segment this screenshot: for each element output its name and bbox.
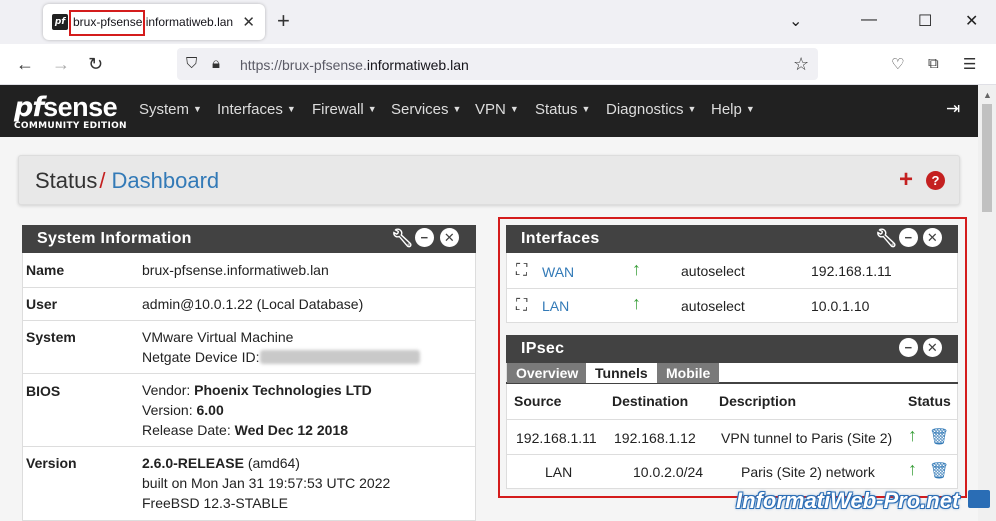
row-value: brux-pfsense.informatiweb.lan bbox=[142, 262, 329, 278]
breadcrumb-section: Status bbox=[35, 168, 98, 193]
network-icon: ⛶ bbox=[516, 297, 528, 314]
interface-ip: 10.0.1.10 bbox=[811, 298, 870, 314]
menu-icon[interactable]: ☰ bbox=[963, 55, 976, 73]
extensions-icon[interactable]: ⧉ bbox=[928, 55, 939, 72]
window-close-icon[interactable]: ✕ bbox=[965, 11, 978, 31]
minimize-icon[interactable]: — bbox=[861, 11, 877, 29]
menu-diagnostics[interactable]: Diagnostics ▼ bbox=[606, 101, 696, 118]
interfaces-title: Interfaces bbox=[521, 230, 600, 247]
menu-system[interactable]: System ▼ bbox=[139, 101, 202, 118]
network-icon: ⛶ bbox=[516, 262, 528, 279]
list-tabs-icon[interactable]: ⌄ bbox=[789, 11, 802, 31]
tab-overview[interactable]: Overview bbox=[507, 363, 588, 383]
shield-icon[interactable]: ⛉ bbox=[186, 55, 197, 72]
menu-interfaces[interactable]: Interfaces ▼ bbox=[217, 101, 296, 118]
column-status: Status bbox=[908, 393, 951, 409]
minimize-widget-icon[interactable]: − bbox=[899, 228, 918, 247]
scroll-up-icon[interactable]: ▲ bbox=[983, 90, 992, 100]
interface-lan-link[interactable]: LAN bbox=[542, 298, 569, 314]
interface-ip: 192.168.1.11 bbox=[811, 263, 892, 279]
ipsec-title: IPsec bbox=[521, 340, 565, 357]
table-row: System VMware Virtual Machine Netgate De… bbox=[22, 320, 476, 373]
tab-mobile[interactable]: Mobile bbox=[657, 363, 720, 383]
pfsense-favicon-icon: pf bbox=[52, 14, 68, 30]
row-value: Vendor: Phoenix Technologies LTD Version… bbox=[142, 382, 372, 438]
menu-vpn[interactable]: VPN ▼ bbox=[475, 101, 519, 118]
forward-icon[interactable]: → bbox=[52, 54, 70, 75]
tunnel-destination: 192.168.1.12 bbox=[614, 430, 696, 446]
tab-title-highlight bbox=[69, 10, 145, 36]
row-key: BIOS bbox=[26, 383, 61, 399]
close-widget-icon[interactable]: ✕ bbox=[923, 338, 942, 357]
scrollbar-thumb[interactable] bbox=[982, 104, 992, 212]
status-up-icon: ↑ bbox=[632, 293, 641, 313]
table-row: User admin@10.0.1.22 (Local Database) bbox=[22, 287, 476, 320]
trash-icon[interactable]: 🗑︎ bbox=[929, 427, 949, 447]
computer-icon bbox=[968, 490, 990, 508]
menu-status[interactable]: Status ▼ bbox=[535, 101, 590, 118]
lock-icon[interactable]: 🔒︎ bbox=[212, 55, 220, 72]
interfaces-header: Interfaces 🔧︎ − ✕ bbox=[506, 225, 958, 253]
device-id-blurred bbox=[259, 350, 420, 364]
tunnel-source: LAN bbox=[545, 464, 573, 480]
breadcrumb: Status/Dashboard bbox=[35, 168, 220, 193]
url-text[interactable]: https://brux-pfsense.informatiweb.lan bbox=[240, 57, 469, 73]
row-divider bbox=[506, 454, 958, 455]
breadcrumb-dashboard-link[interactable]: Dashboard bbox=[112, 168, 220, 193]
interface-media: autoselect bbox=[681, 263, 745, 279]
menu-services[interactable]: Services ▼ bbox=[391, 101, 461, 118]
minimize-widget-icon[interactable]: − bbox=[899, 338, 918, 357]
wrench-icon[interactable]: 🔧︎ bbox=[391, 227, 414, 249]
tunnel-source: 192.168.1.11 bbox=[516, 430, 597, 446]
maximize-icon[interactable]: ☐ bbox=[918, 11, 932, 31]
tunnel-description: Paris (Site 2) network bbox=[741, 464, 875, 480]
system-information-header: System Information 🔧︎ − ✕ bbox=[22, 225, 476, 253]
bookmark-star-icon[interactable]: ☆ bbox=[793, 54, 809, 75]
menu-firewall[interactable]: Firewall ▼ bbox=[312, 101, 377, 118]
tab-close-icon[interactable]: ✕ bbox=[242, 13, 255, 31]
interface-wan-link[interactable]: WAN bbox=[542, 264, 574, 280]
tunnel-description: VPN tunnel to Paris (Site 2) bbox=[721, 430, 893, 446]
pocket-icon[interactable]: ♡ bbox=[891, 55, 904, 73]
row-key: Version bbox=[26, 455, 77, 471]
table-row: Version 2.6.0-RELEASE (amd64) built on M… bbox=[22, 446, 476, 521]
system-information-title: System Information bbox=[37, 230, 192, 247]
new-tab-button[interactable]: + bbox=[277, 8, 290, 34]
row-divider bbox=[506, 419, 958, 420]
ipsec-header: IPsec − ✕ bbox=[506, 335, 958, 363]
row-key: System bbox=[26, 329, 76, 345]
tunnel-up-icon: ↑ bbox=[908, 425, 917, 445]
minimize-widget-icon[interactable]: − bbox=[415, 228, 434, 247]
interface-media: autoselect bbox=[681, 298, 745, 314]
wrench-icon[interactable]: 🔧︎ bbox=[875, 227, 898, 249]
row-value: admin@10.0.1.22 (Local Database) bbox=[142, 296, 364, 312]
back-icon[interactable]: ← bbox=[16, 54, 34, 75]
row-value: 2.6.0-RELEASE (amd64) built on Mon Jan 3… bbox=[142, 455, 391, 511]
pfsense-logo[interactable]: pfsense bbox=[14, 92, 118, 123]
row-key: User bbox=[26, 296, 58, 312]
trash-icon[interactable]: 🗑︎ bbox=[929, 461, 949, 481]
status-up-icon: ↑ bbox=[632, 259, 641, 279]
add-widget-icon[interactable]: + bbox=[899, 168, 913, 192]
reload-icon[interactable]: ↻ bbox=[88, 54, 103, 75]
pfsense-edition: COMMUNITY EDITION bbox=[14, 121, 127, 131]
column-source: Source bbox=[514, 393, 562, 409]
table-row: BIOS Vendor: Phoenix Technologies LTD Ve… bbox=[22, 373, 476, 446]
help-icon[interactable]: ? bbox=[926, 171, 945, 190]
close-widget-icon[interactable]: ✕ bbox=[923, 228, 942, 247]
table-row: Name brux-pfsense.informatiweb.lan bbox=[22, 253, 476, 287]
column-destination: Destination bbox=[612, 393, 689, 409]
tunnel-up-icon: ↑ bbox=[908, 459, 917, 479]
menu-help[interactable]: Help ▼ bbox=[711, 101, 755, 118]
close-widget-icon[interactable]: ✕ bbox=[440, 228, 459, 247]
tab-tunnels[interactable]: Tunnels bbox=[586, 363, 657, 383]
column-description: Description bbox=[719, 393, 797, 409]
row-key: Name bbox=[26, 262, 65, 278]
tunnel-destination: 10.0.2.0/24 bbox=[633, 464, 704, 480]
row-value: VMware Virtual Machine Netgate Device ID… bbox=[142, 327, 420, 367]
logout-icon[interactable]: ⇥ bbox=[946, 99, 960, 119]
watermark: InformatiWeb-Pro.net bbox=[736, 488, 960, 513]
